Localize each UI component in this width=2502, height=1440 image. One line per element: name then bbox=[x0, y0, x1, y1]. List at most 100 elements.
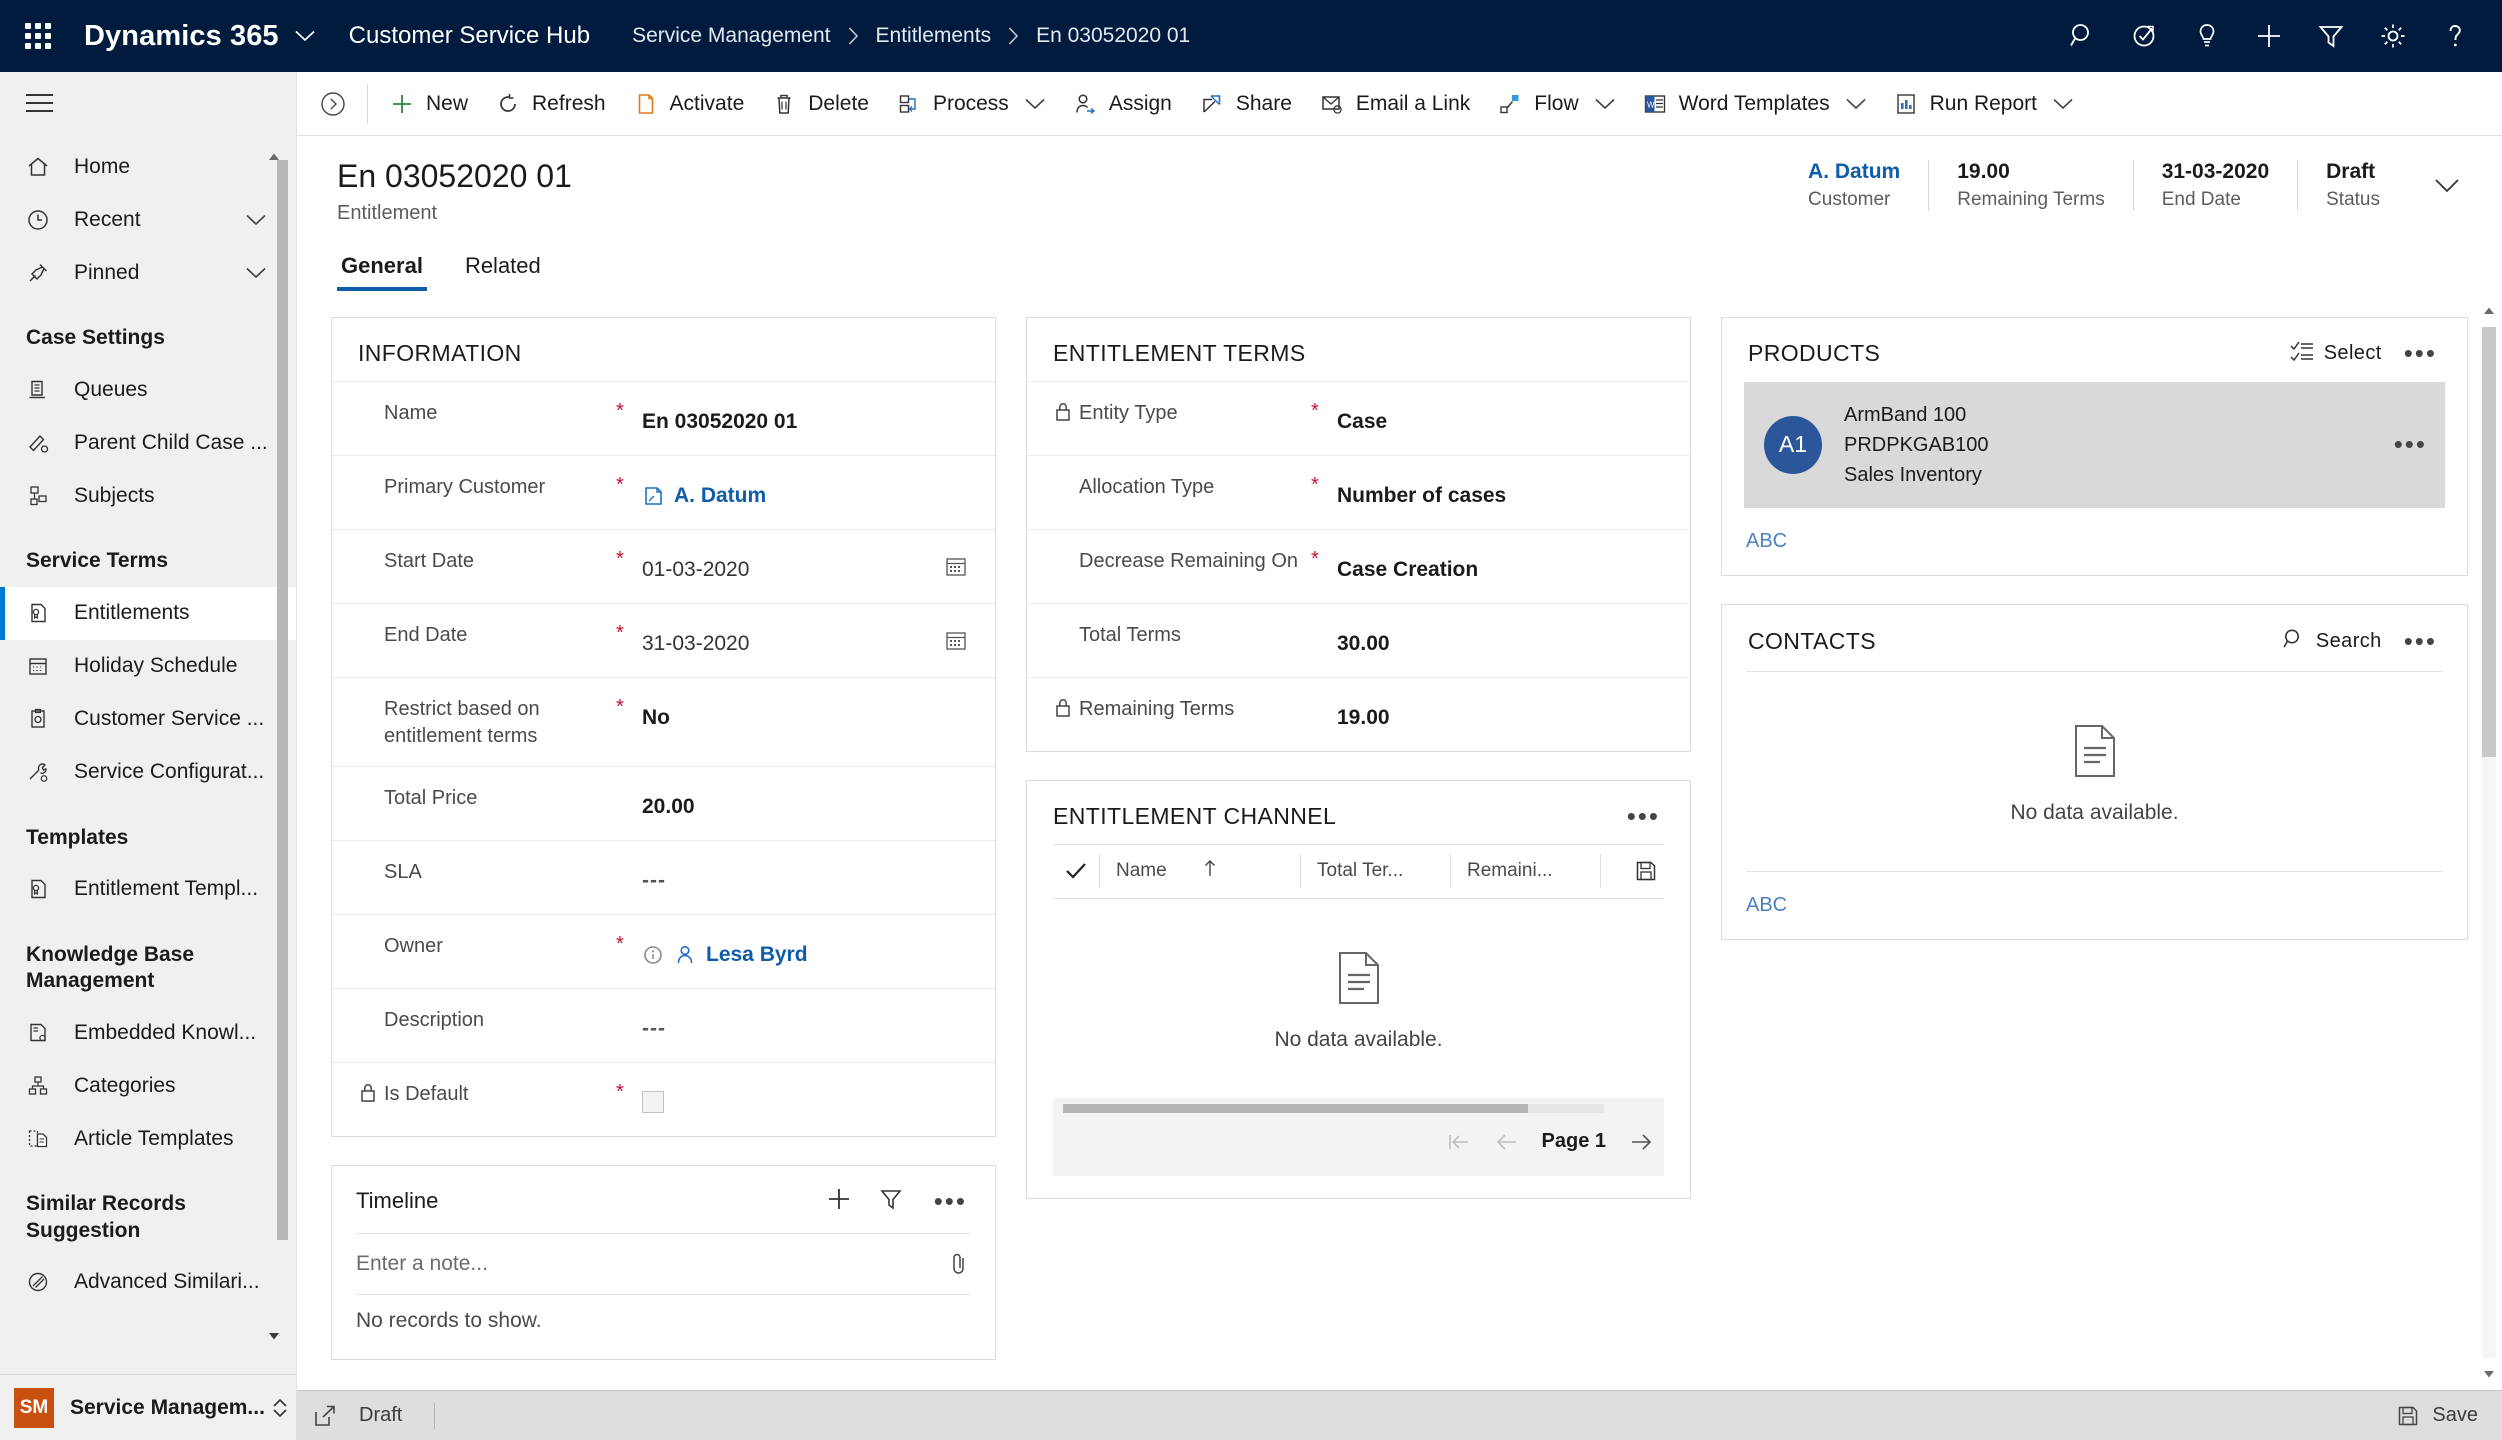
chevron-down-icon[interactable] bbox=[246, 214, 266, 226]
field-sla[interactable]: SLA --- bbox=[332, 839, 995, 914]
tab-related[interactable]: Related bbox=[461, 247, 545, 291]
product-list-item[interactable]: A1 ArmBand 100 PRDPKGAB100 Sales Invento… bbox=[1744, 381, 2445, 508]
field-total-terms[interactable]: Total Terms 30.00 bbox=[1027, 602, 1690, 677]
chevron-down-icon[interactable] bbox=[1846, 98, 1866, 110]
field-name[interactable]: Name * En 03052020 01 bbox=[332, 380, 995, 455]
tab-general[interactable]: General bbox=[337, 247, 427, 291]
popout-icon[interactable] bbox=[313, 1404, 337, 1428]
assign-button[interactable]: Assign bbox=[1059, 78, 1186, 130]
is-default-checkbox[interactable] bbox=[642, 1090, 664, 1113]
grid-horizontal-scrollbar[interactable] bbox=[1063, 1103, 1604, 1113]
status-bar-save-button[interactable]: Save bbox=[2396, 1404, 2478, 1428]
activate-button[interactable]: Activate bbox=[620, 78, 759, 130]
field-start-date[interactable]: Start Date * 01-03-2020 bbox=[332, 528, 995, 603]
run-report-button[interactable]: Run Report bbox=[1880, 78, 2087, 130]
app-launcher-button[interactable] bbox=[10, 8, 66, 64]
calendar-icon[interactable] bbox=[943, 546, 969, 580]
field-restrict-based-on-entitlement-terms[interactable]: Restrict based on entitlement terms * No bbox=[332, 676, 995, 766]
sidebar-item-customer-service[interactable]: Customer Service ... bbox=[0, 693, 296, 746]
products-more-icon[interactable]: ••• bbox=[2400, 340, 2441, 365]
timeline-note-input[interactable]: Enter a note... bbox=[356, 1232, 971, 1295]
field-entity-type[interactable]: Entity Type * Case bbox=[1027, 380, 1690, 455]
sidebar-item-article-templates[interactable]: Article Templates bbox=[0, 1112, 296, 1165]
scroll-up-arrow-icon[interactable] bbox=[266, 148, 282, 164]
app-name[interactable]: Customer Service Hub bbox=[349, 22, 590, 50]
entitlement-channel-more-icon[interactable]: ••• bbox=[1623, 803, 1664, 828]
field-total-price[interactable]: Total Price 20.00 bbox=[332, 765, 995, 840]
scroll-up-arrow-icon[interactable] bbox=[2482, 301, 2496, 321]
field-is-default[interactable]: Is Default * bbox=[332, 1061, 995, 1136]
share-button[interactable]: Share bbox=[1186, 78, 1306, 130]
chevron-down-icon[interactable] bbox=[2053, 98, 2073, 110]
previous-page-icon[interactable] bbox=[1494, 1132, 1520, 1152]
process-button[interactable]: Process bbox=[883, 78, 1059, 130]
sidebar-item-queues[interactable]: Queues bbox=[0, 363, 296, 416]
insights-lightbulb-icon[interactable] bbox=[2176, 5, 2238, 67]
sidebar-item-recent[interactable]: Recent bbox=[0, 193, 296, 246]
collapse-command-bar-button[interactable] bbox=[307, 78, 359, 130]
sidebar-item-home[interactable]: Home bbox=[0, 140, 296, 193]
delete-button[interactable]: Delete bbox=[758, 78, 883, 130]
field-description[interactable]: Description --- bbox=[332, 987, 995, 1062]
sidebar-app-switcher[interactable]: SM Service Managem... bbox=[0, 1374, 296, 1440]
sidebar-scrollbar[interactable] bbox=[269, 140, 288, 1348]
word-templates-button[interactable]: W Word Templates bbox=[1629, 78, 1880, 130]
sidebar-item-holiday-schedule[interactable]: Holiday Schedule bbox=[0, 640, 296, 693]
sidebar-item-pinned[interactable]: Pinned bbox=[0, 246, 296, 299]
form-scrollbar[interactable] bbox=[2482, 301, 2496, 1384]
breadcrumb-item-service-management[interactable]: Service Management bbox=[632, 24, 830, 48]
product-item-more-icon[interactable]: ••• bbox=[2384, 431, 2427, 456]
refresh-button[interactable]: Refresh bbox=[482, 78, 620, 130]
assistant-icon[interactable] bbox=[2114, 5, 2176, 67]
contacts-more-icon[interactable]: ••• bbox=[2400, 628, 2441, 653]
attachment-paperclip-icon[interactable] bbox=[947, 1251, 971, 1277]
breadcrumb-item-entitlements[interactable]: Entitlements bbox=[876, 24, 992, 48]
field-value-wrapper[interactable]: A. Datum bbox=[642, 472, 969, 508]
next-page-icon[interactable] bbox=[1628, 1132, 1654, 1152]
email-a-link-button[interactable]: Email a Link bbox=[1306, 78, 1484, 130]
filter-icon[interactable] bbox=[2300, 5, 2362, 67]
timeline-filter-icon[interactable] bbox=[878, 1186, 904, 1217]
summary-value[interactable]: A. Datum bbox=[1808, 160, 1900, 184]
expand-header-chevron-down-icon[interactable] bbox=[2434, 178, 2460, 194]
sitemap-toggle-button[interactable] bbox=[0, 72, 296, 134]
field-decrease-remaining-on[interactable]: Decrease Remaining On * Case Creation bbox=[1027, 528, 1690, 603]
brand-chevron-down-icon[interactable] bbox=[295, 30, 315, 42]
contacts-search-button[interactable]: Search bbox=[2282, 627, 2382, 657]
sidebar-item-entitlements[interactable]: Entitlements bbox=[0, 586, 296, 640]
column-header-name[interactable]: Name bbox=[1099, 854, 1300, 889]
column-header-remaining-terms[interactable]: Remaini... bbox=[1450, 854, 1600, 889]
help-icon[interactable] bbox=[2424, 5, 2486, 67]
sidebar-item-entitlement-templates[interactable]: Entitlement Templ... bbox=[0, 863, 296, 916]
sidebar-item-embedded-knowledge[interactable]: Embedded Knowl... bbox=[0, 1006, 296, 1059]
sidebar-item-categories[interactable]: Categories bbox=[0, 1059, 296, 1112]
grid-save-icon[interactable] bbox=[1634, 859, 1664, 883]
field-allocation-type[interactable]: Allocation Type * Number of cases bbox=[1027, 454, 1690, 529]
contacts-index-link[interactable]: ABC bbox=[1722, 872, 1811, 939]
settings-gear-icon[interactable] bbox=[2362, 5, 2424, 67]
products-index-link[interactable]: ABC bbox=[1722, 508, 1811, 575]
chevron-down-icon[interactable] bbox=[1595, 98, 1615, 110]
search-icon[interactable] bbox=[2052, 5, 2114, 67]
calendar-icon[interactable] bbox=[943, 620, 969, 654]
scroll-down-arrow-icon[interactable] bbox=[266, 1328, 282, 1344]
field-remaining-terms[interactable]: Remaining Terms 19.00 bbox=[1027, 676, 1690, 751]
field-owner[interactable]: Owner * Lesa Byrd bbox=[332, 913, 995, 988]
timeline-more-icon[interactable]: ••• bbox=[930, 1188, 971, 1213]
scroll-down-arrow-icon[interactable] bbox=[2482, 1364, 2496, 1384]
timeline-add-icon[interactable] bbox=[826, 1186, 852, 1217]
column-header-total-terms[interactable]: Total Ter... bbox=[1300, 854, 1450, 889]
quick-create-plus-icon[interactable] bbox=[2238, 5, 2300, 67]
products-select-button[interactable]: Select bbox=[2290, 340, 2382, 368]
first-page-icon[interactable] bbox=[1446, 1132, 1472, 1152]
select-all-checkmark-icon[interactable] bbox=[1053, 862, 1099, 880]
new-button[interactable]: New bbox=[376, 78, 482, 130]
scrollbar-thumb[interactable] bbox=[2482, 326, 2496, 757]
scrollbar-thumb[interactable] bbox=[277, 160, 288, 1240]
field-end-date[interactable]: End Date * 31-03-2020 bbox=[332, 602, 995, 677]
chevron-down-icon[interactable] bbox=[246, 267, 266, 279]
chevron-down-icon[interactable] bbox=[1025, 98, 1045, 110]
field-primary-customer[interactable]: Primary Customer * A. Datum bbox=[332, 454, 995, 529]
sidebar-item-service-configuration[interactable]: Service Configurat... bbox=[0, 746, 296, 799]
sidebar-item-advanced-similarity[interactable]: Advanced Similari... bbox=[0, 1256, 296, 1309]
